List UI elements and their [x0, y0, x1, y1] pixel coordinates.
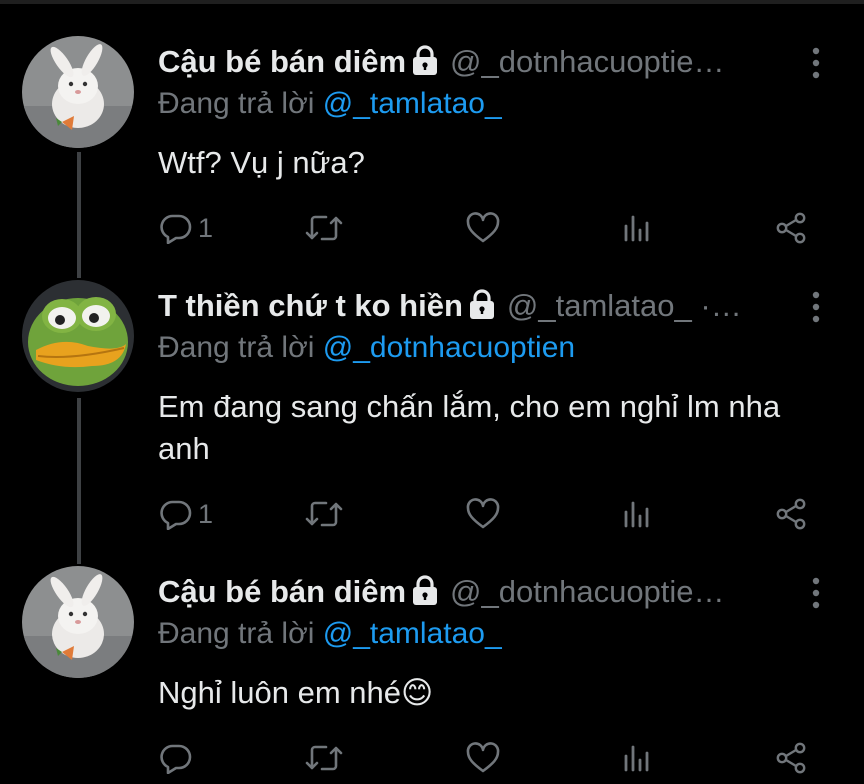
- share-button[interactable]: [774, 738, 808, 778]
- retweet-icon: [305, 215, 343, 241]
- more-options-icon[interactable]: [806, 46, 826, 80]
- views-button[interactable]: [622, 208, 652, 248]
- heart-icon: [466, 742, 500, 773]
- share-button[interactable]: [774, 494, 808, 534]
- replying-to: Đang trả lời @_dotnhacuoptien: [158, 328, 575, 368]
- tweet[interactable]: Cậu bé bán diêm @_dotnhacuoptie… Đang trả…: [0, 36, 864, 256]
- reply-button[interactable]: 1: [160, 208, 213, 248]
- tweet-header: Cậu bé bán diêm @_dotnhacuoptie…: [158, 42, 768, 82]
- reply-count: 1: [198, 212, 214, 243]
- share-icon: [776, 742, 806, 774]
- tweet-text: Em đang sang chấn lắm, cho em nghỉ lm nh…: [158, 389, 781, 466]
- mention-link[interactable]: @_dotnhacuoptien: [323, 331, 575, 364]
- mention-link[interactable]: @_tamlatao_: [323, 617, 502, 650]
- tweet[interactable]: Cậu bé bán diêm @_dotnhacuoptie… Đang trả…: [0, 566, 864, 784]
- more-options-icon[interactable]: [806, 290, 826, 324]
- tweet-text: Wtf? Vụ j nữa?: [158, 145, 365, 180]
- share-icon: [776, 212, 806, 244]
- views-icon: [624, 501, 649, 528]
- reply-button[interactable]: 1: [160, 494, 213, 534]
- heart-icon: [466, 212, 500, 243]
- views-button[interactable]: [622, 494, 652, 534]
- lock-icon: [412, 45, 438, 82]
- tweet-text: Nghỉ luôn em nhé😊: [158, 675, 434, 710]
- mention-link[interactable]: @_tamlatao_: [323, 87, 502, 120]
- tweet-actions: 1: [150, 494, 830, 534]
- reply-icon: [160, 214, 192, 244]
- share-button[interactable]: [774, 208, 808, 248]
- rabbit-avatar-image: [22, 566, 134, 678]
- replying-to: Đang trả lời @_tamlatao_: [158, 84, 502, 124]
- reply-button[interactable]: [160, 738, 198, 778]
- tweet-actions: 1: [150, 208, 830, 248]
- views-icon: [624, 745, 649, 772]
- retweet-icon: [305, 745, 343, 771]
- tweet[interactable]: T thiền chứ t ko hiền @_tamlatao_ ·… Đang…: [0, 280, 864, 550]
- reply-icon: [160, 744, 192, 774]
- replying-to: Đang trả lời @_tamlatao_: [158, 614, 502, 654]
- tweet-actions: [150, 738, 830, 778]
- replying-label: Đang trả lời: [158, 617, 315, 650]
- author-handle[interactable]: @_dotnhacuoptie…: [450, 44, 725, 79]
- share-icon: [776, 498, 806, 530]
- retweet-icon: [305, 501, 343, 527]
- views-icon: [624, 215, 649, 242]
- author-handle[interactable]: @_dotnhacuoptie…: [450, 574, 725, 609]
- author-avatar[interactable]: [22, 566, 134, 678]
- like-button[interactable]: [466, 738, 500, 778]
- tweet-header: Cậu bé bán diêm @_dotnhacuoptie…: [158, 572, 768, 612]
- frog-avatar-image: [22, 280, 134, 392]
- author-handle[interactable]: @_tamlatao_ ·…: [507, 288, 742, 323]
- retweet-button[interactable]: [304, 494, 344, 534]
- reply-count: 1: [198, 498, 214, 529]
- retweet-button[interactable]: [304, 208, 344, 248]
- author-name[interactable]: T thiền chứ t ko hiền: [158, 288, 463, 323]
- author-name[interactable]: Cậu bé bán diêm: [158, 574, 406, 609]
- author-avatar[interactable]: [22, 36, 134, 148]
- top-divider: [0, 0, 864, 4]
- heart-icon: [466, 498, 500, 529]
- more-options-icon[interactable]: [806, 576, 826, 610]
- tweet-header: T thiền chứ t ko hiền @_tamlatao_ ·…: [158, 286, 768, 326]
- replying-label: Đang trả lời: [158, 331, 315, 364]
- replying-label: Đang trả lời: [158, 87, 315, 120]
- author-avatar[interactable]: [22, 280, 134, 392]
- lock-icon: [412, 575, 438, 612]
- like-button[interactable]: [466, 208, 500, 248]
- like-button[interactable]: [466, 494, 500, 534]
- lock-icon: [469, 289, 495, 326]
- views-button[interactable]: [622, 738, 652, 778]
- reply-icon: [160, 500, 192, 530]
- author-name[interactable]: Cậu bé bán diêm: [158, 44, 406, 79]
- rabbit-avatar-image: [22, 36, 134, 148]
- retweet-button[interactable]: [304, 738, 344, 778]
